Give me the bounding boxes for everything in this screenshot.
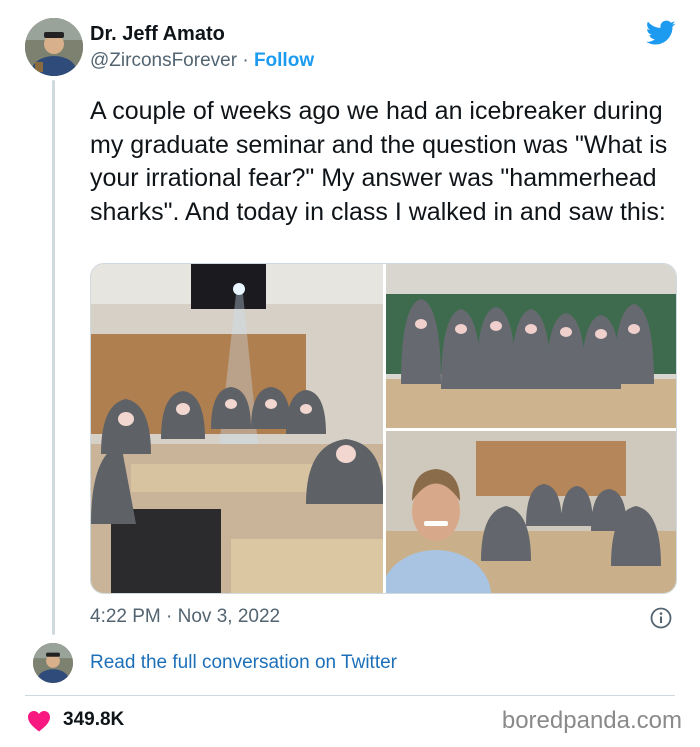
- read-conversation-link[interactable]: Read the full conversation on Twitter: [90, 652, 397, 674]
- like-count: 349.8K: [63, 709, 125, 730]
- tweet-embed: Dr. Jeff Amato @ZirconsForever · Follow …: [0, 0, 700, 747]
- twitter-bird-icon[interactable]: [646, 20, 676, 46]
- thread-line: [52, 80, 55, 635]
- follow-button[interactable]: Follow: [254, 50, 314, 71]
- author-name[interactable]: Dr. Jeff Amato: [90, 23, 225, 46]
- divider: [25, 695, 675, 696]
- photo-grid[interactable]: [90, 263, 677, 594]
- classroom-photo-top-right[interactable]: [386, 264, 676, 428]
- avatar-small[interactable]: [33, 643, 73, 683]
- avatar[interactable]: [25, 18, 83, 76]
- heart-icon[interactable]: [27, 710, 51, 732]
- separator-dot: ·: [242, 50, 249, 71]
- tweet-text: A couple of weeks ago we had an icebreak…: [90, 97, 668, 226]
- info-icon[interactable]: [650, 607, 672, 629]
- classroom-photo-left[interactable]: [91, 264, 383, 593]
- watermark-credit: boredpanda.com: [501, 707, 682, 734]
- author-handle[interactable]: @ZirconsForever: [90, 50, 237, 71]
- selfie-photo-bottom-right[interactable]: [386, 431, 676, 593]
- author-handle-row: @ZirconsForever · Follow: [90, 50, 314, 72]
- tweet-timestamp[interactable]: 4:22 PM · Nov 3, 2022: [90, 606, 280, 628]
